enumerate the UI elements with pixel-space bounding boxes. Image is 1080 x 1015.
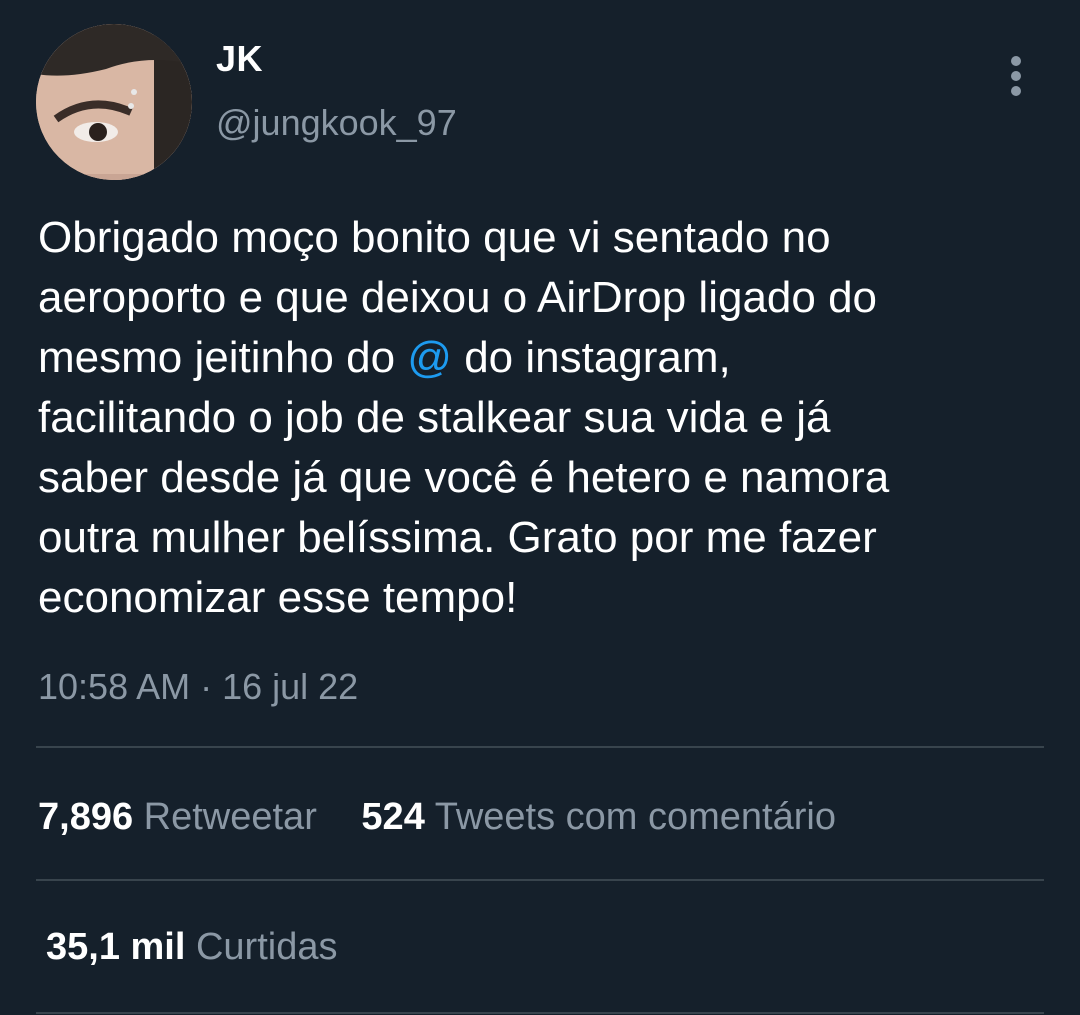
tweet-text-line: saber desde já que você é hetero e namor…	[38, 453, 890, 502]
profile-photo-icon	[36, 24, 192, 180]
quote-tweets-stat[interactable]: 524 Tweets com comentário	[361, 796, 836, 839]
engagement-stats: 7,896 Retweetar 524 Tweets com comentári…	[38, 796, 836, 839]
likes-count: 35,1 mil	[46, 926, 186, 968]
retweets-label: Retweetar	[143, 796, 317, 838]
tweet-text-line: mesmo jeitinho do @ do instagram,	[38, 328, 1048, 388]
divider	[36, 746, 1044, 748]
tweet-text-line: economizar esse tempo!	[38, 573, 518, 622]
divider	[36, 879, 1044, 881]
tweet-text: Obrigado moço bonito que vi sentado no a…	[38, 208, 1048, 628]
vertical-ellipsis-icon	[1011, 56, 1021, 66]
display-name[interactable]: JK	[216, 38, 263, 80]
tweet-text-line: Obrigado moço bonito que vi sentado no	[38, 213, 831, 262]
tweet-timestamp[interactable]: 10:58 AM · 16 jul 22	[38, 666, 358, 708]
tweet-text-line: facilitando o job de stalkear sua vida e…	[38, 393, 831, 442]
retweets-count: 7,896	[38, 796, 134, 838]
avatar[interactable]	[36, 24, 192, 180]
likes-label: Curtidas	[195, 926, 338, 968]
tweet-text-line: outra mulher belíssima. Grato por me faz…	[38, 513, 877, 562]
vertical-ellipsis-icon	[1011, 71, 1021, 81]
user-handle[interactable]: @jungkook_97	[216, 102, 457, 144]
vertical-ellipsis-icon	[1011, 86, 1021, 96]
tweet-text-segment: mesmo jeitinho do	[38, 333, 408, 382]
quote-tweets-count: 524	[361, 796, 425, 838]
more-options-button[interactable]	[996, 54, 1036, 98]
divider	[36, 1012, 1044, 1014]
tweet-text-segment: do instagram,	[451, 333, 731, 382]
mention-link[interactable]: @	[407, 333, 452, 382]
retweets-stat[interactable]: 7,896 Retweetar	[38, 796, 317, 839]
likes-stat[interactable]: 35,1 mil Curtidas	[46, 926, 337, 969]
tweet-text-line: aeroporto e que deixou o AirDrop ligado …	[38, 273, 878, 322]
quote-tweets-label: Tweets com comentário	[434, 796, 836, 838]
